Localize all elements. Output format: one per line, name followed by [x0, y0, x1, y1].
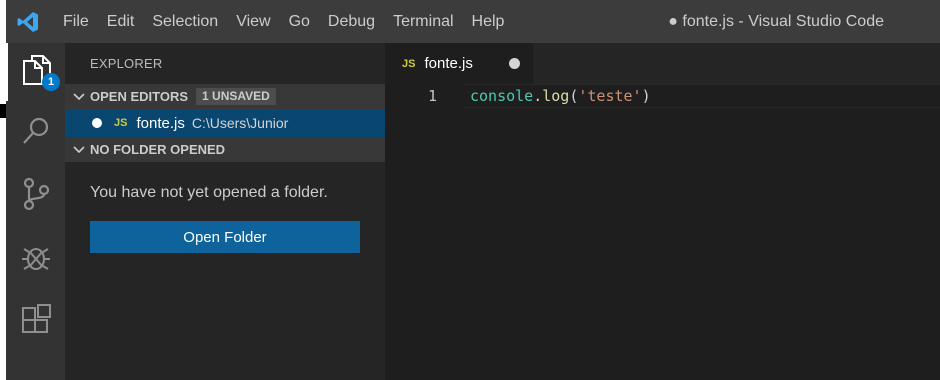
tab-fonte-js[interactable]: JS fonte.js	[385, 43, 533, 84]
code-text[interactable]: console.log('teste')	[470, 84, 651, 108]
menu-view[interactable]: View	[227, 0, 279, 43]
explorer-badge: 1	[42, 73, 60, 91]
code-token-dot: .	[533, 87, 543, 105]
menu-go[interactable]: Go	[280, 0, 319, 43]
tab-bar: JS fonte.js	[385, 43, 940, 84]
source-control-icon	[21, 177, 51, 216]
activity-search[interactable]	[6, 104, 65, 162]
activity-explorer[interactable]: 1	[6, 43, 65, 101]
chevron-down-icon	[71, 84, 87, 109]
code-token-string: 'teste'	[578, 87, 642, 105]
menu-edit[interactable]: Edit	[98, 0, 144, 43]
open-folder-button[interactable]: Open Folder	[90, 221, 360, 253]
activity-source-control[interactable]	[6, 167, 65, 225]
js-file-icon: JS	[402, 57, 416, 70]
code-token-function: log	[542, 87, 570, 105]
menu-debug[interactable]: Debug	[319, 0, 384, 43]
explorer-sidebar: EXPLORER OPEN EDITORS 1 UNSAVED JS fonte…	[65, 43, 385, 380]
code-token-object: console	[470, 87, 534, 105]
line-number: 1	[427, 87, 437, 105]
code-line[interactable]: 1 console.log('teste')	[385, 84, 940, 108]
activity-debug[interactable]	[6, 230, 65, 288]
window-title: ● fonte.js - Visual Studio Code	[668, 13, 884, 30]
unsaved-dot-icon[interactable]	[509, 58, 520, 69]
no-folder-message: You have not yet opened a folder.	[90, 184, 328, 201]
unsaved-dot-icon[interactable]	[92, 118, 102, 128]
menu-terminal[interactable]: Terminal	[384, 0, 462, 43]
unsaved-badge: 1 UNSAVED	[196, 88, 276, 105]
menu-help[interactable]: Help	[463, 0, 514, 43]
no-folder-header[interactable]: NO FOLDER OPENED	[65, 137, 385, 162]
menu-selection[interactable]: Selection	[143, 0, 227, 43]
open-editor-path: C:\Users\Junior	[191, 115, 289, 131]
js-file-icon: JS	[114, 117, 128, 129]
open-editors-header[interactable]: OPEN EDITORS 1 UNSAVED	[65, 84, 385, 109]
extensions-icon	[20, 303, 52, 341]
menu-file[interactable]: File	[54, 0, 98, 43]
activity-bar: 1	[6, 43, 65, 380]
no-folder-label: NO FOLDER OPENED	[90, 142, 226, 157]
menu-bar: File Edit Selection View Go Debug Termin…	[54, 0, 513, 43]
vscode-logo-icon	[6, 0, 50, 43]
debug-icon	[20, 241, 52, 278]
title-bar: File Edit Selection View Go Debug Termin…	[6, 0, 940, 43]
activity-extensions[interactable]	[6, 293, 65, 351]
search-icon	[21, 116, 51, 151]
tab-label: fonte.js	[424, 55, 473, 72]
chevron-down-icon	[71, 137, 87, 162]
code-token-paren-close: )	[641, 87, 651, 105]
open-editor-filename: fonte.js	[136, 114, 185, 132]
editor-area: JS fonte.js 1 console.log('teste')	[385, 43, 940, 380]
open-editor-item[interactable]: JS fonte.js C:\Users\Junior	[65, 109, 385, 137]
sidebar-title: EXPLORER	[90, 56, 163, 71]
open-editors-label: OPEN EDITORS	[90, 89, 189, 104]
